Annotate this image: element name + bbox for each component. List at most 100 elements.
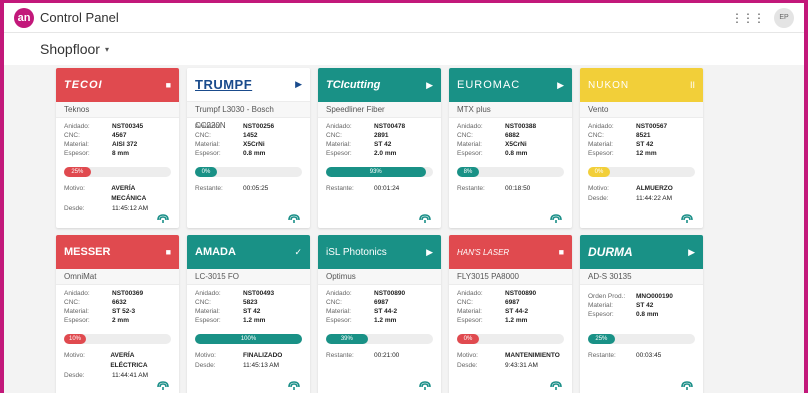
stop-icon: ■: [558, 247, 564, 257]
top-bar: an Control Panel ⋮⋮⋮ EP: [4, 3, 804, 33]
grid-apps-icon[interactable]: ⋮⋮⋮: [731, 11, 765, 25]
machine-card[interactable]: HAN'S LASER ■ FLY3015 PA8000 Anidado: NST…: [449, 235, 572, 393]
material-label: Material:: [326, 308, 351, 315]
anidado-label: Anidado:: [326, 290, 352, 297]
material-value: AISI 372: [112, 141, 138, 148]
desde-value: 11:44:41 AM: [112, 372, 149, 379]
top-bar-actions: ⋮⋮⋮ EP: [731, 7, 794, 28]
material-value: ST 42: [243, 308, 261, 315]
link-icon[interactable]: [680, 214, 694, 224]
card-header: TECOI ■: [56, 68, 179, 102]
espesor-value: 2.0 mm: [374, 150, 397, 157]
cnc-label: CNC:: [326, 132, 342, 139]
machine-card[interactable]: NUKON II Vento Anidado: NST00567 CNC: 8521…: [580, 68, 703, 228]
espesor-value: 8 mm: [112, 150, 129, 157]
anidado-value: NST00369: [112, 290, 144, 297]
espesor-label: Espesor:: [64, 317, 90, 324]
machine-name: Optimus: [318, 269, 441, 285]
detail-table: Restante: 00:01:24: [318, 177, 441, 194]
espesor-value: 0.8 mm: [243, 150, 266, 157]
anidado-label: Anidado:: [457, 290, 483, 297]
detail-table: Motivo: ALMUERZO Desde: 11:44:22 AM: [580, 177, 703, 204]
brand-logo: NUKON: [588, 80, 686, 91]
brand-logo-text: DURMA: [588, 245, 633, 259]
progress-bar: 0%: [195, 167, 302, 177]
desde-value: 11:44:22 AM: [636, 195, 673, 202]
detail-table: Motivo: FINALIZADO Desde: 11:45:13 AM: [187, 344, 310, 371]
user-avatar[interactable]: EP: [774, 7, 794, 28]
orden-prod-label: Orden Prod.:: [588, 293, 626, 300]
espesor-label: Espesor:: [64, 150, 90, 157]
link-icon[interactable]: [156, 381, 170, 391]
link-icon[interactable]: [287, 381, 301, 391]
anidado-value: NST00890: [505, 290, 537, 297]
brand-logo-text: AMADA: [195, 246, 236, 258]
motivo-label: Motivo:: [457, 352, 478, 359]
section-title[interactable]: Shopfloor: [40, 41, 100, 57]
machine-card[interactable]: TCIcutting ▶ Speedliner Fiber Anidado: NS…: [318, 68, 441, 228]
link-icon[interactable]: [418, 381, 432, 391]
espesor-value: 0.8 mm: [636, 311, 659, 318]
anidado-value: NST00890: [374, 290, 406, 297]
machine-card[interactable]: TRUMPF ▶ Trumpf L3030 - Bosch CC220N Ani…: [187, 68, 310, 228]
brand-logo: DURMA: [588, 245, 684, 259]
motivo-label: Motivo:: [64, 352, 85, 359]
progress-fill: 25%: [64, 167, 91, 177]
machine-card[interactable]: MESSER ■ OmniMat Anidado: NST00369 CNC: 66…: [56, 235, 179, 393]
anidado-label: Anidado:: [588, 123, 614, 130]
material-value: ST 42: [374, 141, 392, 148]
link-icon[interactable]: [549, 381, 563, 391]
machine-card[interactable]: EUROMAC ▶ MTX plus Anidado: NST00388 CNC:…: [449, 68, 572, 228]
restante-value: 00:18:50: [505, 185, 531, 192]
desde-value: 11:45:12 AM: [112, 205, 149, 212]
motivo-value: AVERÍA ELÉCTRICA: [110, 352, 148, 369]
brand-logo-text: TECOI: [64, 79, 103, 91]
progress-fill: 0%: [457, 334, 479, 344]
link-icon[interactable]: [680, 381, 694, 391]
espesor-label: Espesor:: [326, 150, 352, 157]
espesor-label: Espesor:: [588, 150, 614, 157]
progress-bar: 8%: [457, 167, 564, 177]
link-icon[interactable]: [549, 214, 563, 224]
machine-card[interactable]: DURMA ▶ AD-S 30135 Orden Prod.: MNO000190…: [580, 235, 703, 393]
card-header: HAN'S LASER ■: [449, 235, 572, 269]
card-header: TRUMPF ▶: [187, 68, 310, 102]
link-icon[interactable]: [287, 214, 301, 224]
restante-value: 00:21:00: [374, 352, 400, 359]
machine-card[interactable]: TECOI ■ Teknos Anidado: NST00345 CNC: 4567…: [56, 68, 179, 228]
brand-logo-text: iSL Photonics: [326, 246, 387, 258]
cnc-label: CNC:: [326, 299, 342, 306]
progress-bar: 39%: [326, 334, 433, 344]
detail-table: Motivo: MANTENIMIENTO Desde: 9:43:31 AM: [449, 344, 572, 371]
anidado-label: Anidado:: [195, 290, 221, 297]
machine-card[interactable]: AMADA ✓ LC-3015 FO Anidado: NST00493 CNC:…: [187, 235, 310, 393]
card-header: iSL Photonics ▶: [318, 235, 441, 269]
anidado-label: Anidado:: [326, 123, 352, 130]
machine-name: LC-3015 FO: [187, 269, 310, 285]
restante-value: 00:03:45: [636, 352, 662, 359]
desde-label: Desde:: [64, 205, 85, 212]
anidado-value: NST00493: [243, 290, 275, 297]
link-icon[interactable]: [156, 214, 170, 224]
material-label: Material:: [64, 308, 89, 315]
desde-label: Desde:: [457, 362, 478, 369]
material-label: Material:: [457, 141, 482, 148]
machine-card[interactable]: iSL Photonics ▶ Optimus Anidado: NST00890…: [318, 235, 441, 393]
app-logo[interactable]: an: [14, 7, 34, 28]
app-title: Control Panel: [40, 10, 119, 25]
link-icon[interactable]: [418, 214, 432, 224]
info-table: Anidado: NST00345 CNC: 4567 Material: AISI …: [56, 118, 179, 158]
brand-logo-text: TRUMPF: [195, 77, 253, 92]
espesor-label: Espesor:: [588, 311, 614, 318]
motivo-value: FINALIZADO: [243, 352, 283, 359]
espesor-label: Espesor:: [195, 317, 221, 324]
material-value: ST 52-3: [112, 308, 136, 315]
cnc-value: 2891: [374, 132, 389, 139]
check-icon: ✓: [294, 246, 302, 257]
cnc-label: CNC:: [195, 299, 211, 306]
espesor-label: Espesor:: [457, 150, 483, 157]
anidado-label: Anidado:: [195, 123, 221, 130]
brand-logo: TRUMPF: [195, 77, 291, 92]
espesor-label: Espesor:: [326, 317, 352, 324]
chevron-down-icon[interactable]: ▾: [105, 45, 109, 54]
